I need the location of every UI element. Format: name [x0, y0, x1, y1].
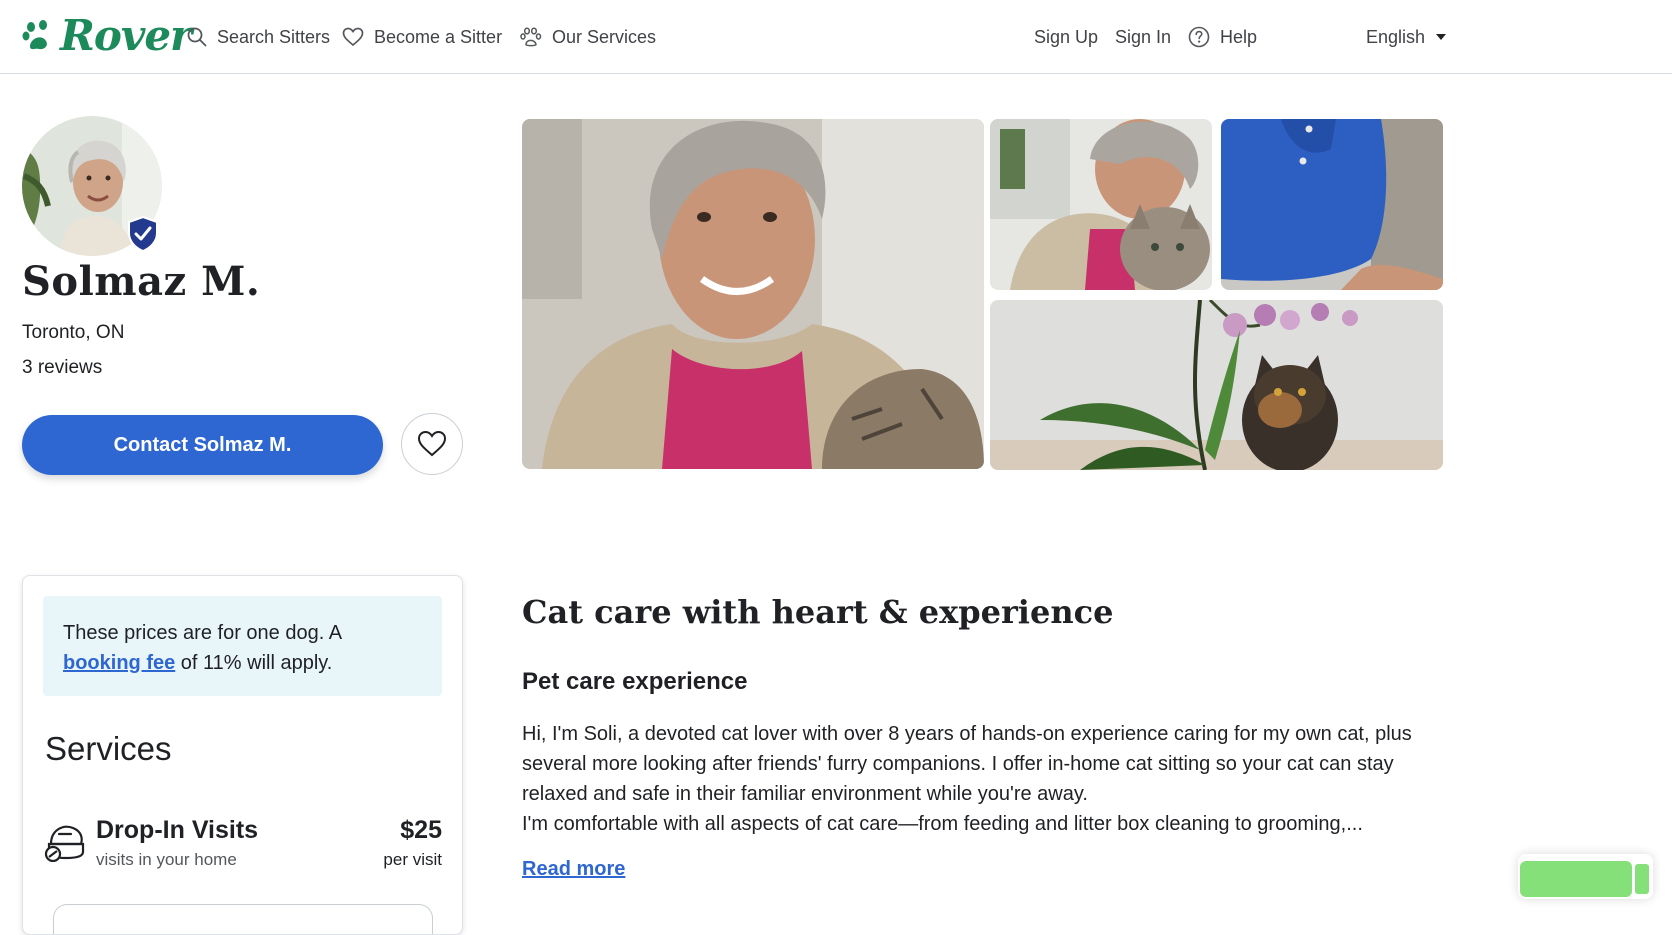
- service-subtitle: visits in your home: [96, 850, 237, 869]
- verified-shield-icon: [128, 216, 158, 252]
- caret-down-icon: [1436, 34, 1447, 40]
- services-title: Services: [45, 730, 172, 767]
- service-price: $25: [400, 816, 442, 844]
- nav-search-sitters-label: Search Sitters: [217, 26, 331, 47]
- sitter-name: Solmaz M.: [22, 258, 261, 305]
- paw-outline-icon: [520, 27, 542, 47]
- rover-logo[interactable]: Rover: [22, 11, 192, 60]
- gallery-photo-4[interactable]: [990, 300, 1443, 470]
- sitter-location: Toronto, ON: [22, 322, 125, 343]
- reviews-count[interactable]: 3 reviews: [22, 357, 102, 379]
- nav-become-sitter-label: Become a Sitter: [374, 26, 503, 47]
- heart-outline-icon: [417, 430, 447, 457]
- nav-sign-up[interactable]: Sign Up: [1034, 22, 1098, 52]
- gallery-photo-2[interactable]: [990, 119, 1212, 290]
- floating-widget[interactable]: [1518, 854, 1653, 899]
- widget-bar[interactable]: [1520, 861, 1632, 897]
- about-paragraph-2: I'm comfortable with all aspects of cat …: [522, 813, 1363, 835]
- gallery-photo-main[interactable]: [522, 119, 984, 469]
- drop-in-visits-icon: [44, 825, 85, 862]
- contact-button[interactable]: Contact Solmaz M.: [22, 415, 383, 475]
- search-icon: [187, 27, 207, 47]
- notice-text-prefix: These prices are for one dog. A: [63, 622, 341, 644]
- nav-our-services-label: Our Services: [552, 26, 657, 47]
- about-heading: Cat care with heart & experience: [522, 593, 1114, 631]
- gallery-photo-3[interactable]: [1221, 119, 1443, 290]
- nav-search-sitters[interactable]: Search Sitters: [187, 22, 330, 52]
- paw-icon: [22, 20, 47, 50]
- nav-our-services[interactable]: Our Services: [520, 22, 656, 52]
- about-paragraph-1: Hi, I'm Soli, a devoted cat lover with o…: [522, 723, 1412, 805]
- nav-sign-up-label: Sign Up: [1034, 26, 1099, 47]
- favorite-button[interactable]: [401, 413, 463, 475]
- help-icon: [1188, 26, 1210, 48]
- booking-fee-link[interactable]: booking fee: [63, 652, 175, 674]
- widget-control[interactable]: [1635, 864, 1649, 894]
- service-price-unit: per visit: [383, 850, 442, 869]
- nav-sign-in-label: Sign In: [1115, 26, 1172, 47]
- service-name: Drop-In Visits: [96, 816, 259, 844]
- next-service-card-edge: [53, 904, 433, 934]
- about-subheading: Pet care experience: [522, 668, 748, 695]
- pricing-card: These prices are for one dog. A booking …: [22, 575, 463, 935]
- language-label: English: [1366, 26, 1426, 47]
- heart-icon: [342, 27, 364, 47]
- logo-wordmark: Rover: [60, 11, 192, 60]
- language-selector[interactable]: English: [1366, 22, 1447, 52]
- service-row-drop-in[interactable]: Drop-In Visits visits in your home $25 p…: [43, 816, 442, 876]
- nav-help[interactable]: Help: [1188, 22, 1257, 52]
- about-body: Hi, I'm Soli, a devoted cat lover with o…: [522, 719, 1452, 839]
- nav-help-label: Help: [1220, 26, 1258, 47]
- top-nav: Rover Search Sitters Become a Sitter Our…: [0, 0, 1672, 74]
- read-more-link[interactable]: Read more: [522, 858, 625, 881]
- booking-fee-notice: These prices are for one dog. A booking …: [43, 596, 442, 696]
- nav-become-sitter[interactable]: Become a Sitter: [342, 22, 502, 52]
- nav-sign-in[interactable]: Sign In: [1115, 22, 1171, 52]
- notice-text-suffix: of 11% will apply.: [180, 652, 333, 674]
